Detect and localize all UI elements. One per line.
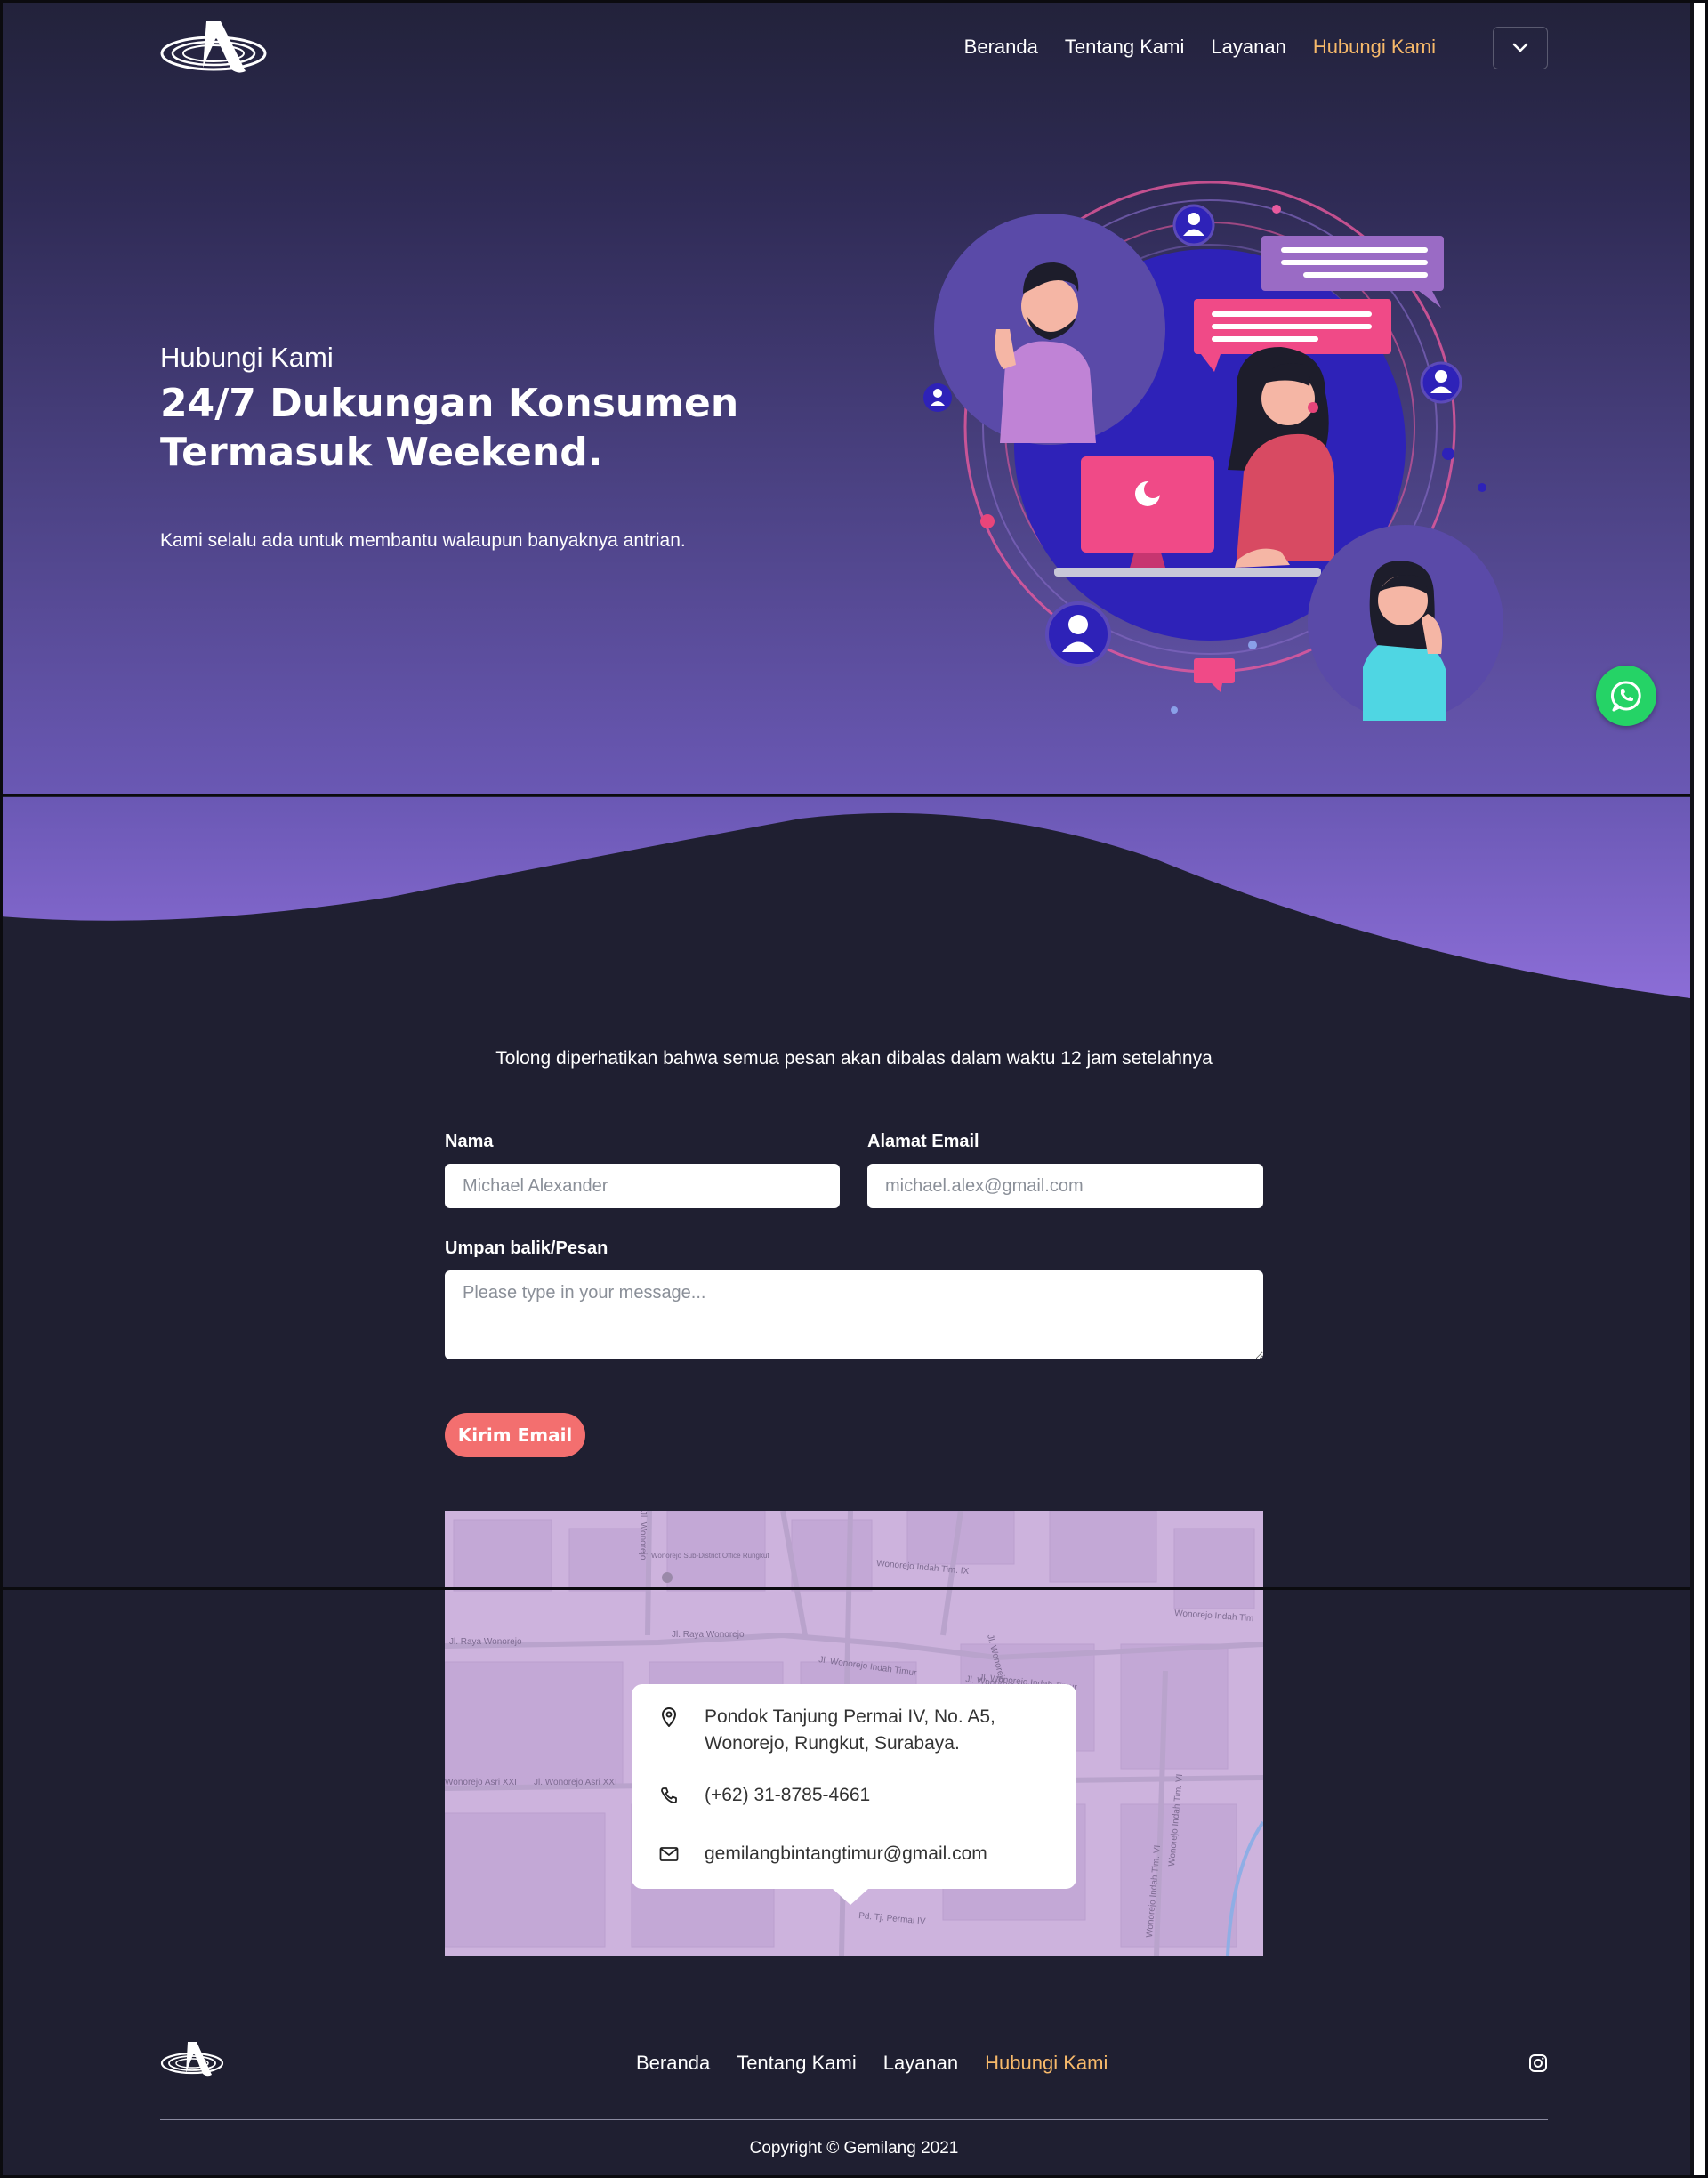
footer-nav-item-layanan[interactable]: Layanan — [883, 2052, 958, 2075]
map-label: Wonorejo Asri XXI — [445, 1778, 517, 1787]
chevron-down-icon — [1512, 43, 1528, 52]
address-line-2: Wonorejo, Rungkut, Surabaya. — [705, 1733, 960, 1754]
section-divider — [0, 794, 1690, 796]
footer-nav-item-beranda[interactable]: Beranda — [636, 2052, 710, 2075]
hero-section: Beranda Tentang Kami Layanan Hubungi Kam… — [0, 0, 1690, 794]
nav-item-beranda[interactable]: Beranda — [964, 36, 1038, 59]
hero-description: Kami selalu ada untuk membantu walaupun … — [160, 530, 686, 551]
name-label: Nama — [445, 1132, 494, 1151]
map-label: Jl. Raya Wonorejo — [672, 1630, 745, 1640]
email-address: gemilangbintangtimur@gmail.com — [705, 1843, 987, 1864]
phone-row[interactable]: (+62) 31-8785-4661 — [658, 1782, 870, 1809]
footer-nav-item-hubungi-kami[interactable]: Hubungi Kami — [985, 2052, 1108, 2075]
customer-support-illustration — [923, 181, 1503, 721]
brand-logo[interactable] — [160, 18, 271, 77]
map-pin-icon — [658, 1704, 680, 1730]
email-label: Alamat Email — [867, 1132, 979, 1151]
footer-logo[interactable] — [160, 2039, 228, 2078]
map-label: Wonorejo Sub-District Office Rungkut — [651, 1552, 769, 1560]
instagram-icon[interactable] — [1527, 2053, 1549, 2074]
message-textarea[interactable] — [445, 1270, 1263, 1359]
email-input[interactable] — [867, 1164, 1263, 1208]
main-nav: Beranda Tentang Kami Layanan Hubungi Kam… — [964, 36, 1436, 59]
nav-item-layanan[interactable]: Layanan — [1211, 36, 1285, 59]
map-label: Jl. Wonorejo Asri XXI — [534, 1778, 617, 1787]
footer-divider — [160, 2119, 1548, 2120]
address-row: Pondok Tanjung Permai IV, No. A5, Wonore… — [658, 1704, 995, 1757]
scrollbar[interactable] — [1690, 0, 1708, 2178]
name-input[interactable] — [445, 1164, 840, 1208]
footer-nav-item-tentang-kami[interactable]: Tentang Kami — [737, 2052, 857, 2075]
map-label: Jl. Wonorejo — [638, 1511, 648, 1561]
contact-info-card: Pondok Tanjung Permai IV, No. A5, Wonore… — [632, 1684, 1076, 1905]
whatsapp-icon — [1610, 681, 1641, 712]
nav-dropdown-toggle[interactable] — [1493, 27, 1548, 69]
phone-number: (+62) 31-8785-4661 — [705, 1785, 871, 1805]
phone-icon — [658, 1782, 680, 1809]
section-divider — [0, 1587, 1690, 1590]
email-row[interactable]: gemilangbintangtimur@gmail.com — [658, 1841, 987, 1867]
address-line-1: Pondok Tanjung Permai IV, No. A5, — [705, 1706, 995, 1727]
mail-icon — [658, 1841, 680, 1867]
map-label: Jl. Raya Wonorejo — [449, 1637, 522, 1647]
message-label: Umpan balik/Pesan — [445, 1238, 608, 1258]
send-email-button[interactable]: Kirim Email — [445, 1413, 585, 1457]
copyright-text: Copyright © Gemilang 2021 — [749, 2139, 959, 2158]
nav-item-hubungi-kami[interactable]: Hubungi Kami — [1313, 36, 1436, 59]
reply-notice: Tolong diperhatikan bahwa semua pesan ak… — [495, 1048, 1213, 1069]
hero-subtitle: Hubungi Kami — [160, 342, 334, 373]
nav-item-tentang-kami[interactable]: Tentang Kami — [1065, 36, 1185, 59]
whatsapp-button[interactable] — [1596, 666, 1656, 726]
footer-nav: Beranda Tentang Kami Layanan Hubungi Kam… — [636, 2052, 1108, 2075]
hero-title: 24/7 Dukungan Konsumen Termasuk Weekend. — [160, 381, 739, 475]
wave-divider — [0, 797, 1690, 1005]
